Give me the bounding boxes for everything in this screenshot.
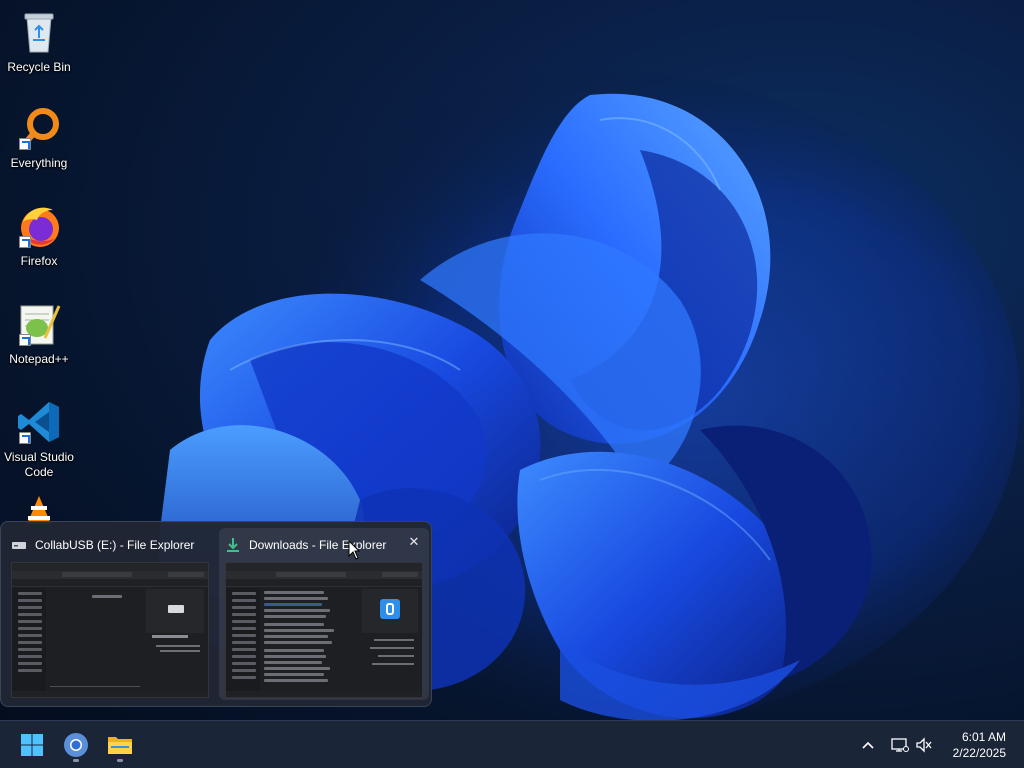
mouse-cursor-icon [348, 540, 360, 560]
desktop-icon-notepad-plus-plus[interactable]: Notepad++ [2, 300, 76, 392]
shortcut-arrow-icon [19, 138, 31, 150]
desktop-icon-recycle-bin[interactable]: Recycle Bin [2, 8, 76, 100]
everything-search-icon [15, 104, 63, 152]
firefox-icon [15, 202, 63, 250]
window-preview-collabusb[interactable]: CollabUSB (E:) - File Explorer [5, 528, 215, 700]
notepad-plus-plus-icon [15, 300, 63, 348]
chevron-up-icon [862, 741, 874, 749]
folder-icon [108, 737, 132, 754]
shortcut-arrow-icon [19, 334, 31, 346]
preview-title-bar: Downloads - File Explorer [225, 534, 423, 556]
start-button[interactable] [12, 725, 52, 765]
window-thumbnail [11, 562, 209, 698]
taskbar-thumbnail-preview: CollabUSB (E:) - File Explorer Downloads… [0, 521, 432, 707]
show-hidden-icons-button[interactable] [858, 735, 878, 755]
network-button[interactable] [890, 735, 910, 755]
shortcut-arrow-icon [19, 236, 31, 248]
close-preview-button[interactable]: ✕ [403, 531, 425, 553]
desktop-icon-firefox[interactable]: Firefox [2, 202, 76, 294]
windows-start-icon [21, 734, 43, 756]
taskbar: 6:01 AM 2/22/2025 [0, 720, 1024, 768]
taskbar-chrome-button[interactable] [56, 725, 96, 765]
volume-button[interactable] [914, 735, 934, 755]
vscode-icon [15, 398, 63, 446]
desktop-icon-everything[interactable]: Everything [2, 104, 76, 196]
window-thumbnail [225, 562, 423, 698]
desktop-icon-label: Recycle Bin [7, 60, 71, 74]
system-clock[interactable]: 6:01 AM 2/22/2025 [942, 729, 1006, 761]
preview-window-title: Downloads - File Explorer [249, 538, 387, 552]
taskbar-file-explorer-button[interactable] [100, 725, 140, 765]
running-indicator [117, 759, 123, 762]
desktop-icon-label: Everything [10, 156, 68, 170]
download-icon [225, 537, 241, 553]
desktop-icon-label: Visual Studio Code [4, 450, 74, 479]
clock-date: 2/22/2025 [952, 746, 1006, 760]
network-icon [891, 738, 909, 752]
desktop-icon-label: Firefox [20, 254, 58, 268]
preview-window-title: CollabUSB (E:) - File Explorer [35, 538, 195, 552]
shortcut-arrow-icon [19, 432, 31, 444]
window-preview-downloads[interactable]: Downloads - File Explorer ✕ [219, 528, 429, 700]
preview-title-bar: CollabUSB (E:) - File Explorer [11, 534, 209, 556]
chrome-icon [64, 733, 88, 757]
desktop-icon-label: Notepad++ [9, 352, 69, 366]
close-icon: ✕ [408, 534, 420, 549]
running-indicator [73, 759, 79, 762]
usb-drive-icon [11, 537, 27, 553]
clock-time: 6:01 AM [961, 730, 1006, 744]
volume-muted-icon [916, 737, 932, 753]
recycle-bin-icon [15, 8, 63, 56]
desktop-icon-visual-studio-code[interactable]: Visual Studio Code [2, 398, 76, 490]
